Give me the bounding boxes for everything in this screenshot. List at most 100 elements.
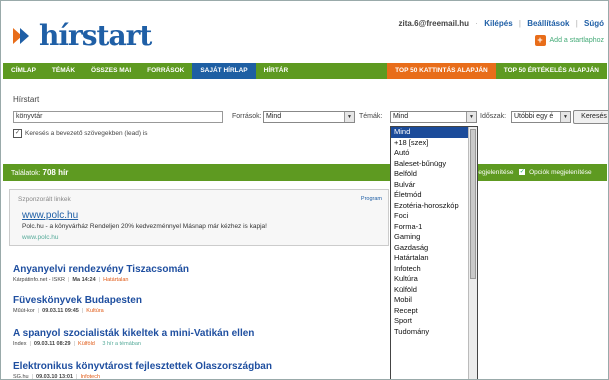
- lead-checkbox-row[interactable]: ✓ Keresés a bevezető szövegekben (lead) …: [13, 129, 148, 138]
- dropdown-option[interactable]: Határtalan: [391, 253, 477, 264]
- results-prefix: Találatok:: [11, 170, 41, 177]
- dropdown-option[interactable]: Tudomány: [391, 327, 477, 338]
- related-count[interactable]: 3 hír a témában: [102, 341, 141, 347]
- result-category[interactable]: Kultúra: [86, 308, 103, 314]
- dropdown-option[interactable]: Gazdaság: [391, 243, 477, 254]
- dropdown-option[interactable]: Autó: [391, 148, 477, 159]
- arrow-logo-icon: [13, 27, 29, 44]
- result-category[interactable]: Határtalan: [103, 277, 128, 283]
- results-band: Találatok: 708 hír megjelenítése ✓ Opció…: [3, 164, 607, 181]
- result-source[interactable]: Műút-kor: [13, 308, 35, 314]
- sources-value: Mind: [266, 113, 282, 120]
- result-time: 09.03.11 09:45: [42, 308, 79, 314]
- result-category[interactable]: Külföld: [78, 341, 95, 347]
- browser-frame: hírstart zita.6@freemail.hu · Kilépés | …: [0, 0, 609, 380]
- dropdown-option[interactable]: +18 [szex]: [391, 138, 477, 149]
- main-nav: CÍMLAP TÉMÁK ÖSSZES MAI FORRÁSOK SAJÁT H…: [3, 63, 607, 79]
- nav-hirtar[interactable]: HÍRTÁR: [256, 63, 297, 79]
- topics-dropdown-list[interactable]: Mind +18 [szex] Autó Baleset-bűnügy Belföld B…: [390, 126, 478, 379]
- dropdown-scrollbar[interactable]: [468, 127, 477, 379]
- nav-sajat-hirlap[interactable]: SAJÁT HÍRLAP: [192, 63, 256, 79]
- sponsored-box: Szponzorált linkek Program www.polc.hu P…: [9, 189, 389, 246]
- period-label: Időszak:: [480, 113, 507, 120]
- list-item: Anyanyelvi rendezvény Tiszacsomán Kárpát…: [13, 264, 189, 283]
- result-time: Ma 14:24: [72, 277, 96, 283]
- result-source[interactable]: SG.hu: [13, 374, 29, 379]
- sources-label: Források:: [232, 113, 262, 120]
- dropdown-option[interactable]: Forma-1: [391, 222, 477, 233]
- add-startpage[interactable]: + Add a startlaphoz: [534, 35, 604, 46]
- result-time: 09.03.11 08:29: [33, 341, 71, 347]
- search-input[interactable]: [13, 111, 223, 123]
- results-count: Találatok: 708 hír: [11, 164, 68, 182]
- sponsored-program[interactable]: Program: [361, 196, 382, 202]
- dropdown-option[interactable]: Baleset-bűnügy: [391, 159, 477, 170]
- dropdown-option[interactable]: Recept: [391, 306, 477, 317]
- period-select[interactable]: Utóbbi egy é ▼: [511, 111, 571, 123]
- sponsored-title: Szponzorált linkek: [18, 196, 71, 203]
- list-item: Füveskönyvek Budapesten Műút-kor | 09.03.1…: [13, 295, 142, 314]
- display-label[interactable]: megjelenítése: [473, 169, 513, 176]
- nav-forrasok[interactable]: FORRÁSOK: [139, 63, 192, 79]
- dropdown-option[interactable]: Sport: [391, 316, 477, 327]
- search-button[interactable]: Keresés: [573, 110, 608, 124]
- topics-label: Témák:: [359, 113, 383, 120]
- check-icon[interactable]: ✓: [519, 169, 526, 176]
- dropdown-option[interactable]: Foci: [391, 211, 477, 222]
- check-icon[interactable]: ✓: [13, 129, 22, 138]
- user-menu: zita.6@freemail.hu · Kilépés | Beállítás…: [398, 19, 604, 28]
- logout-link[interactable]: Kilépés: [484, 19, 512, 28]
- chevron-down-icon: ▼: [466, 112, 476, 122]
- lead-checkbox-label: Keresés a bevezető szövegekben (lead) is: [25, 130, 148, 137]
- results-number: 708 hír: [42, 168, 69, 177]
- chevron-down-icon: ▼: [560, 112, 570, 122]
- result-meta: SG.hu | 09.03.10 13:01 | Infotech: [13, 374, 101, 380]
- period-value: Utóbbi egy é: [514, 113, 554, 120]
- result-category[interactable]: Infotech: [80, 374, 100, 379]
- ad-url[interactable]: www.polc.hu: [22, 234, 59, 241]
- plus-icon: +: [534, 35, 546, 46]
- dropdown-option[interactable]: Életmód: [391, 190, 477, 201]
- ad-link[interactable]: www.polc.hu: [22, 210, 78, 221]
- dropdown-option[interactable]: Mind: [391, 127, 477, 138]
- dropdown-option[interactable]: Gaming: [391, 232, 477, 243]
- result-time: 09.03.10 13:01: [36, 374, 74, 380]
- topics-select[interactable]: Mind ▼: [390, 111, 477, 123]
- logo[interactable]: hírstart: [13, 19, 152, 52]
- help-link[interactable]: Súgó: [584, 19, 604, 28]
- settings-link[interactable]: Beállítások: [527, 19, 569, 28]
- dropdown-option[interactable]: Külföld: [391, 285, 477, 296]
- nav-cimlap[interactable]: CÍMLAP: [3, 63, 44, 79]
- result-source[interactable]: Index: [13, 341, 26, 347]
- dropdown-option[interactable]: Ezotéria-horoszkóp: [391, 201, 477, 212]
- dropdown-option[interactable]: Kultúra: [391, 274, 477, 285]
- ad-text: Polc.hu - a könyvárház Rendeljen 20% ked…: [22, 223, 267, 230]
- user-email: zita.6@freemail.hu: [398, 19, 470, 28]
- logo-text: hírstart: [39, 19, 152, 52]
- result-title[interactable]: A spanyol szocialisták kikeltek a mini-V…: [13, 328, 254, 339]
- result-title[interactable]: Anyanyelvi rendezvény Tiszacsomán: [13, 264, 189, 275]
- result-title[interactable]: Füveskönyvek Budapesten: [13, 295, 142, 306]
- result-meta: Index | 09.03.11 08:29 | Külföld 3 hír a tém…: [13, 341, 141, 347]
- nav-top50-rating[interactable]: TOP 50 ÉRTÉKELÉS ALAPJÁN: [496, 63, 607, 79]
- result-meta: Kárpátinfo.net - ISKR | Ma 14:24 | Határtala…: [13, 277, 129, 283]
- result-meta: Műút-kor | 09.03.11 09:45 | Kultúra: [13, 308, 104, 314]
- result-title[interactable]: Elektronikus könyvtárost fejlesztettek O…: [13, 361, 272, 372]
- dropdown-option[interactable]: Belföld: [391, 169, 477, 180]
- dropdown-option[interactable]: Bulvár: [391, 180, 477, 191]
- list-item: Elektronikus könyvtárost fejlesztettek O…: [13, 361, 272, 380]
- nav-top50-clicks[interactable]: TOP 50 KATTINTÁS ALAPJÁN: [387, 63, 496, 79]
- search-label: Hírstart: [13, 95, 40, 104]
- dropdown-option[interactable]: Mobil: [391, 295, 477, 306]
- nav-temak[interactable]: TÉMÁK: [44, 63, 83, 79]
- chevron-down-icon: ▼: [344, 112, 354, 122]
- result-source[interactable]: Kárpátinfo.net - ISKR: [13, 277, 65, 283]
- sources-select[interactable]: Mind ▼: [263, 111, 355, 123]
- nav-osszes-mai[interactable]: ÖSSZES MAI: [83, 63, 139, 79]
- options-toggle[interactable]: Opciók megjelenítése: [529, 169, 592, 176]
- scrollbar-thumb[interactable]: [470, 129, 476, 279]
- dropdown-option[interactable]: Infotech: [391, 264, 477, 275]
- results-options: megjelenítése ✓ Opciók megjelenítése: [473, 164, 592, 181]
- list-item: A spanyol szocialisták kikeltek a mini-V…: [13, 328, 254, 347]
- add-startpage-label: Add a startlaphoz: [549, 37, 604, 44]
